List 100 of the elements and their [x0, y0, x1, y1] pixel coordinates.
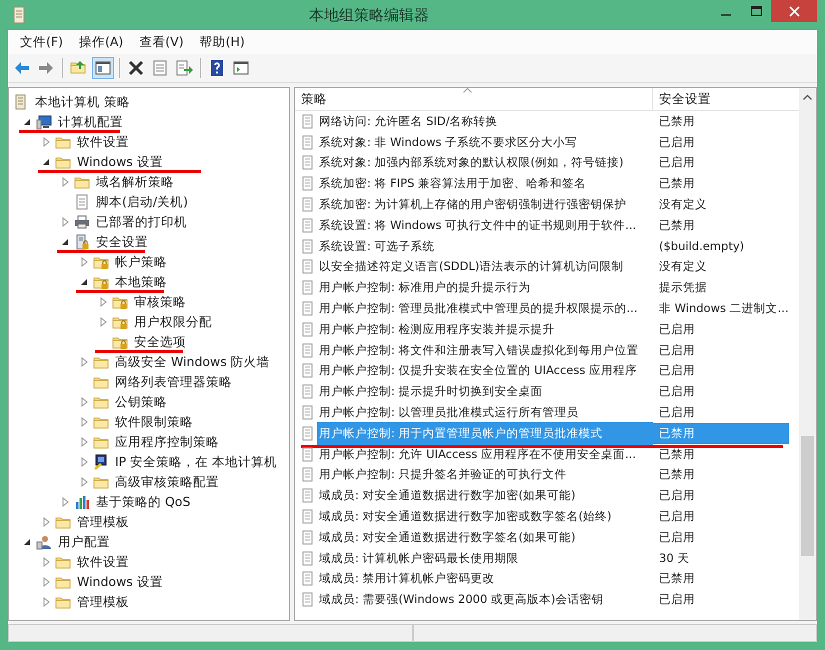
policy-cell[interactable]: 系统加密: 将 FIPS 兼容算法用于加密、哈希和签名: [317, 172, 653, 196]
tree-item[interactable]: 域名解析策略: [94, 174, 176, 190]
policy-cell[interactable]: 系统对象: 非 Windows 子系统不要求区分大小写: [317, 130, 653, 154]
tree-item[interactable]: 帐户策略: [113, 254, 169, 270]
tree-item[interactable]: 安全设置: [94, 234, 150, 250]
policy-icon: [301, 446, 315, 462]
tree-item[interactable]: 管理模板: [75, 594, 131, 610]
policy-icon: [301, 363, 315, 378]
policy-cell[interactable]: 用户帐户控制: 只提升签名并验证的可执行文件: [317, 464, 653, 486]
policy-cell[interactable]: 用户帐户控制: 检测应用程序安装并提示提升: [317, 318, 653, 341]
policy-cell[interactable]: 域成员: 对安全通道数据进行数字加密或数字签名(始终): [317, 505, 653, 528]
tree-item[interactable]: IP 安全策略，在 本地计算机: [113, 454, 280, 470]
forward-icon: [37, 59, 55, 77]
setting-cell-text: 已禁用: [658, 446, 696, 463]
menu-item[interactable]: 帮助(H): [192, 32, 253, 52]
tree-item[interactable]: 基于策略的 QoS: [94, 494, 192, 510]
policy-icon: [301, 405, 315, 420]
policy-icon: [301, 550, 315, 566]
close-button[interactable]: [771, 0, 817, 22]
policy-cell[interactable]: 系统设置: 将 Windows 可执行文件中的证书规则用于软件...: [317, 214, 653, 237]
tree-item[interactable]: 管理模板: [75, 514, 131, 530]
policy-cell[interactable]: 用户帐户控制: 允许 UIAccess 应用程序在不使用安全桌面...: [317, 442, 653, 466]
sort-caret-icon: [463, 88, 472, 93]
tree-item[interactable]: 已部署的打印机: [94, 214, 189, 230]
tree-item[interactable]: 用户配置: [56, 534, 112, 550]
toolbar-button[interactable]: [92, 57, 114, 79]
setting-cell-text: 已启用: [658, 362, 696, 380]
scroll-thumb[interactable]: [801, 436, 814, 556]
policy-icon: [301, 342, 315, 358]
tree-item[interactable]: 高级安全 Windows 防火墙: [113, 354, 272, 370]
policy-icon: [301, 218, 315, 233]
tree-item[interactable]: Windows 设置: [75, 154, 165, 170]
policy-cell[interactable]: 用户帐户控制: 将文件和注册表写入错误虚拟化到每用户位置: [317, 338, 653, 362]
tree-item[interactable]: 网络列表管理器策略: [113, 374, 234, 390]
scroll-up-icon[interactable]: [803, 94, 812, 100]
policy-cell[interactable]: 域成员: 对安全通道数据进行数字签名(如果可能): [317, 526, 653, 549]
policy-cell[interactable]: 网络访问: 允许匿名 SID/名称转换: [317, 110, 653, 133]
policy-icon: [301, 259, 315, 274]
setting-cell-text: 已禁用: [658, 466, 696, 484]
column-header[interactable]: 策略: [295, 88, 653, 110]
menu-item[interactable]: 文件(F): [12, 32, 71, 52]
policy-icon: [301, 488, 315, 504]
tree-item[interactable]: 高级审核策略配置: [113, 474, 221, 490]
setting-cell-text: 非 Windows 二进制文...: [658, 300, 789, 318]
tree-item[interactable]: 软件限制策略: [113, 414, 195, 430]
policy-cell[interactable]: 用户帐户控制: 提示提升时切换到安全桌面: [317, 380, 653, 404]
policy-cell[interactable]: 系统对象: 加强内部系统对象的默认权限(例如，符号链接): [317, 152, 653, 174]
scrollbar[interactable]: [799, 88, 816, 620]
tree-item[interactable]: 本地策略: [113, 274, 169, 290]
column-header[interactable]: 安全设置: [653, 88, 789, 110]
tree-item[interactable]: 用户权限分配: [132, 314, 214, 330]
menu-item[interactable]: 查看(V): [131, 32, 192, 52]
close-icon: [788, 6, 800, 16]
policy-icon: [301, 509, 315, 524]
policy-cell[interactable]: 域成员: 禁用计算机帐户密码更改: [317, 568, 653, 590]
printer-icon: [74, 214, 90, 230]
tree-item[interactable]: 安全选项: [132, 334, 188, 350]
policy-cell[interactable]: 系统加密: 为计算机上存储的用户密钥强制进行强密钥保护: [317, 193, 653, 216]
setting-cell-text: 已启用: [658, 528, 696, 546]
policy-icon: [301, 155, 315, 170]
setting-cell-text: 已启用: [658, 342, 696, 359]
tree-item[interactable]: 本地计算机 策略: [33, 94, 132, 110]
policy-icon: [301, 301, 315, 316]
panel-icon: [94, 59, 112, 77]
tree-item[interactable]: 计算机配置: [56, 114, 125, 130]
maximize-icon: [750, 6, 762, 16]
policy-icon: [301, 384, 315, 400]
tree-item[interactable]: Windows 设置: [75, 574, 165, 590]
tree-item[interactable]: 软件设置: [75, 554, 131, 570]
tree-item[interactable]: 脚本(启动/关机): [94, 194, 190, 210]
policy-icon: [301, 322, 315, 337]
tree-item[interactable]: 应用程序控制策略: [113, 434, 221, 450]
policy-cell[interactable]: 用户帐户控制: 管理员批准模式中管理员的提升权限提示的...: [317, 297, 653, 320]
script-icon: [74, 194, 90, 210]
tree-item[interactable]: 软件设置: [75, 134, 131, 150]
tree-item[interactable]: 公钥策略: [113, 394, 169, 410]
policy-cell[interactable]: 系统设置: 可选子系统: [317, 234, 653, 258]
policy-cell[interactable]: 以安全描述符定义语言(SDDL)语法表示的计算机访问限制: [317, 256, 653, 278]
app-icon: [11, 6, 27, 24]
menu-item[interactable]: 操作(A): [70, 32, 132, 52]
policy-icon: [301, 467, 315, 482]
help-icon: [208, 59, 226, 77]
setting-cell-text: 已启用: [658, 154, 696, 172]
policy-cell[interactable]: 用户帐户控制: 以管理员批准模式运行所有管理员: [317, 401, 653, 424]
policy-cell[interactable]: 用户帐户控制: 标准用户的提升提示行为: [317, 276, 653, 300]
user-icon: [36, 534, 52, 550]
server-lock-icon: [74, 234, 90, 250]
setting-cell-text: 已启用: [658, 591, 696, 608]
tree-item[interactable]: 审核策略: [132, 294, 188, 310]
setting-cell-text: 已启用: [658, 383, 696, 400]
policy-cell[interactable]: 域成员: 需要强(Windows 2000 或更高版本)会话密钥: [317, 588, 653, 612]
delete-icon: [127, 59, 145, 77]
policy-cell[interactable]: 域成员: 计算机帐户密码最长使用期限: [317, 546, 653, 570]
policy-cell[interactable]: 域成员: 对安全通道数据进行数字加密(如果可能): [317, 484, 653, 508]
policy-cell[interactable]: 用户帐户控制: 仅提升安装在安全位置的 UIAccess 应用程序: [317, 360, 653, 382]
policy-icon: [301, 134, 315, 150]
policy-icon: [301, 426, 315, 441]
setting-cell: 已禁用: [653, 422, 789, 444]
policy-icon: [301, 592, 315, 608]
setting-cell-text: 已启用: [658, 134, 696, 151]
